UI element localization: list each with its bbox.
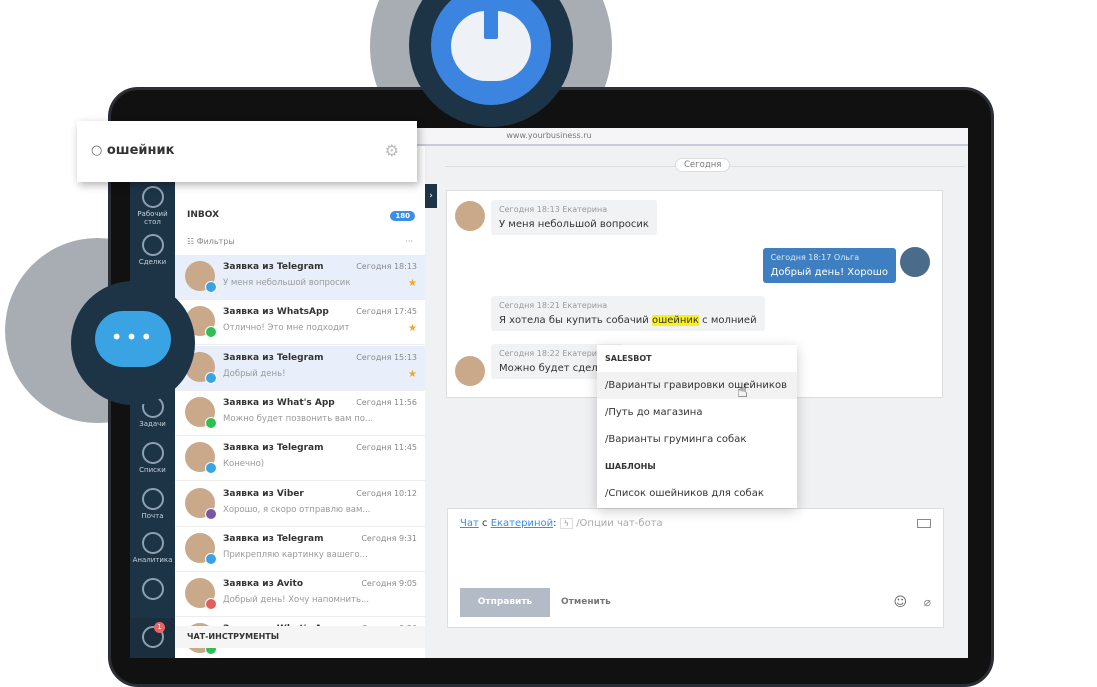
cancel-button[interactable]: Отменить [561, 597, 611, 607]
more-icon[interactable]: ··· [405, 237, 413, 246]
avatar [455, 356, 485, 386]
nav-settings[interactable] [130, 578, 175, 602]
telegram-icon [205, 281, 217, 293]
dropdown-item[interactable]: /Путь до магазина [597, 399, 797, 426]
list-icon [141, 442, 164, 464]
chat-list-item[interactable]: Заявка из Viber Сегодня 10:12 Хорошо, я с… [175, 482, 425, 527]
nav-lists[interactable]: Списки [130, 442, 175, 474]
date-separator: Сегодня [675, 158, 731, 172]
avatar [900, 247, 930, 277]
avatar [455, 201, 485, 231]
chat-link[interactable]: Чат [460, 518, 479, 529]
search-box[interactable]: ○ ошейник ⚙ [77, 121, 417, 182]
message-composer[interactable]: Чат с Екатериной: ϟ /Опции чат-бота Отпр… [447, 508, 944, 628]
chat-list-item[interactable]: Заявка из Avito Сегодня 9:05 Добрый день!… [175, 572, 425, 618]
star-icon[interactable]: ★ [408, 369, 417, 380]
app-screen: www.yourbusiness.ru Рабочий стол Сделки … [130, 128, 968, 658]
command-dropdown: SALESBOT /Варианты гравировки ошейников … [597, 345, 797, 508]
chat-bubble-icon: ••• [95, 311, 171, 367]
robot-icon [451, 5, 531, 81]
whatsapp-icon [205, 416, 217, 429]
bolt-icon[interactable]: ϟ [559, 518, 573, 529]
hand-cursor-icon: ☝ [737, 381, 748, 402]
viber-icon [205, 507, 217, 520]
dropdown-item[interactable]: /Варианты гравировки ошейников [597, 372, 797, 399]
dropdown-item[interactable]: /Варианты груминга собак [597, 426, 797, 453]
chat-bubble-badge: ••• [71, 281, 195, 405]
whatsapp-icon [205, 326, 217, 339]
chat-list-item[interactable]: Заявка из What's App Сегодня 11:56 Можно … [175, 391, 425, 436]
gear-icon[interactable]: ⚙ [385, 141, 399, 160]
chat-list: INBOX 180 ☷ Фильтры ··· Заявка из Telegram… [175, 146, 425, 658]
nav-mail[interactable]: Почта [130, 488, 175, 520]
nav-dashboard[interactable]: Рабочий стол [130, 186, 175, 226]
chat-list-item[interactable]: Заявка из Telegram Сегодня 18:13 У меня н… [175, 255, 425, 300]
inbox-header: INBOX 180 [175, 201, 425, 231]
message: Сегодня 18:21 Екатерина Я хотела бы купит… [491, 296, 765, 331]
search-highlight: ошейник [651, 315, 699, 326]
telegram-icon [205, 371, 217, 384]
paperclip-icon[interactable]: ⌀ [924, 595, 931, 609]
speedometer-icon [141, 186, 164, 208]
message: Сегодня 18:13 Екатерина У меня небольшой … [491, 200, 657, 235]
wrench-icon [141, 578, 164, 600]
avito-icon [205, 598, 217, 611]
chat-list-item[interactable]: Заявка из Telegram Сегодня 9:31 Прикрепля… [175, 527, 425, 572]
chat-tools-header[interactable]: ЧАТ-ИНСТРУМЕНТЫ [175, 626, 425, 648]
chart-line-icon [141, 532, 164, 554]
dollar-icon [141, 234, 164, 256]
mail-icon [141, 488, 164, 510]
chat-list-item[interactable]: Заявка из WhatsApp Сегодня 17:45 Отлично!… [175, 300, 425, 346]
search-icon: ○ [91, 143, 103, 158]
nav-analytics[interactable]: Аналитика [130, 532, 175, 564]
filters-button[interactable]: ☷ Фильтры ··· [175, 231, 425, 255]
star-icon[interactable]: ★ [408, 278, 417, 289]
notification-badge: 1 [154, 622, 165, 633]
emoji-icon[interactable]: ☺ [893, 595, 907, 610]
star-icon[interactable]: ★ [408, 323, 417, 334]
nav-deals[interactable]: Сделки [130, 234, 175, 266]
keyboard-icon[interactable] [917, 519, 931, 528]
dropdown-item[interactable]: /Список ошейников для собак [597, 480, 797, 507]
telegram-icon [205, 552, 217, 565]
search-input[interactable]: ошейник [107, 143, 175, 158]
chat-list-item[interactable]: Заявка из Telegram Сегодня 11:45 Конечно) [175, 436, 425, 482]
message-outgoing: Сегодня 18:17 Ольга Добрый день! Хорошо [762, 248, 896, 283]
send-button[interactable]: Отправить [460, 588, 550, 617]
collapse-toggle[interactable]: › [425, 184, 437, 208]
chat-area: › Сегодня Сегодня 18:13 Екатерина У меня … [425, 146, 968, 658]
telegram-icon [205, 462, 217, 475]
inbox-count-badge: 180 [390, 211, 415, 221]
contact-link[interactable]: Екатериной [491, 518, 553, 529]
nav-notifications[interactable]: 1 [130, 618, 175, 658]
composer-input[interactable]: /Опции чат-бота [576, 518, 662, 529]
chat-list-item[interactable]: Заявка из Telegram Сегодня 15:13 Добрый д… [175, 345, 425, 391]
